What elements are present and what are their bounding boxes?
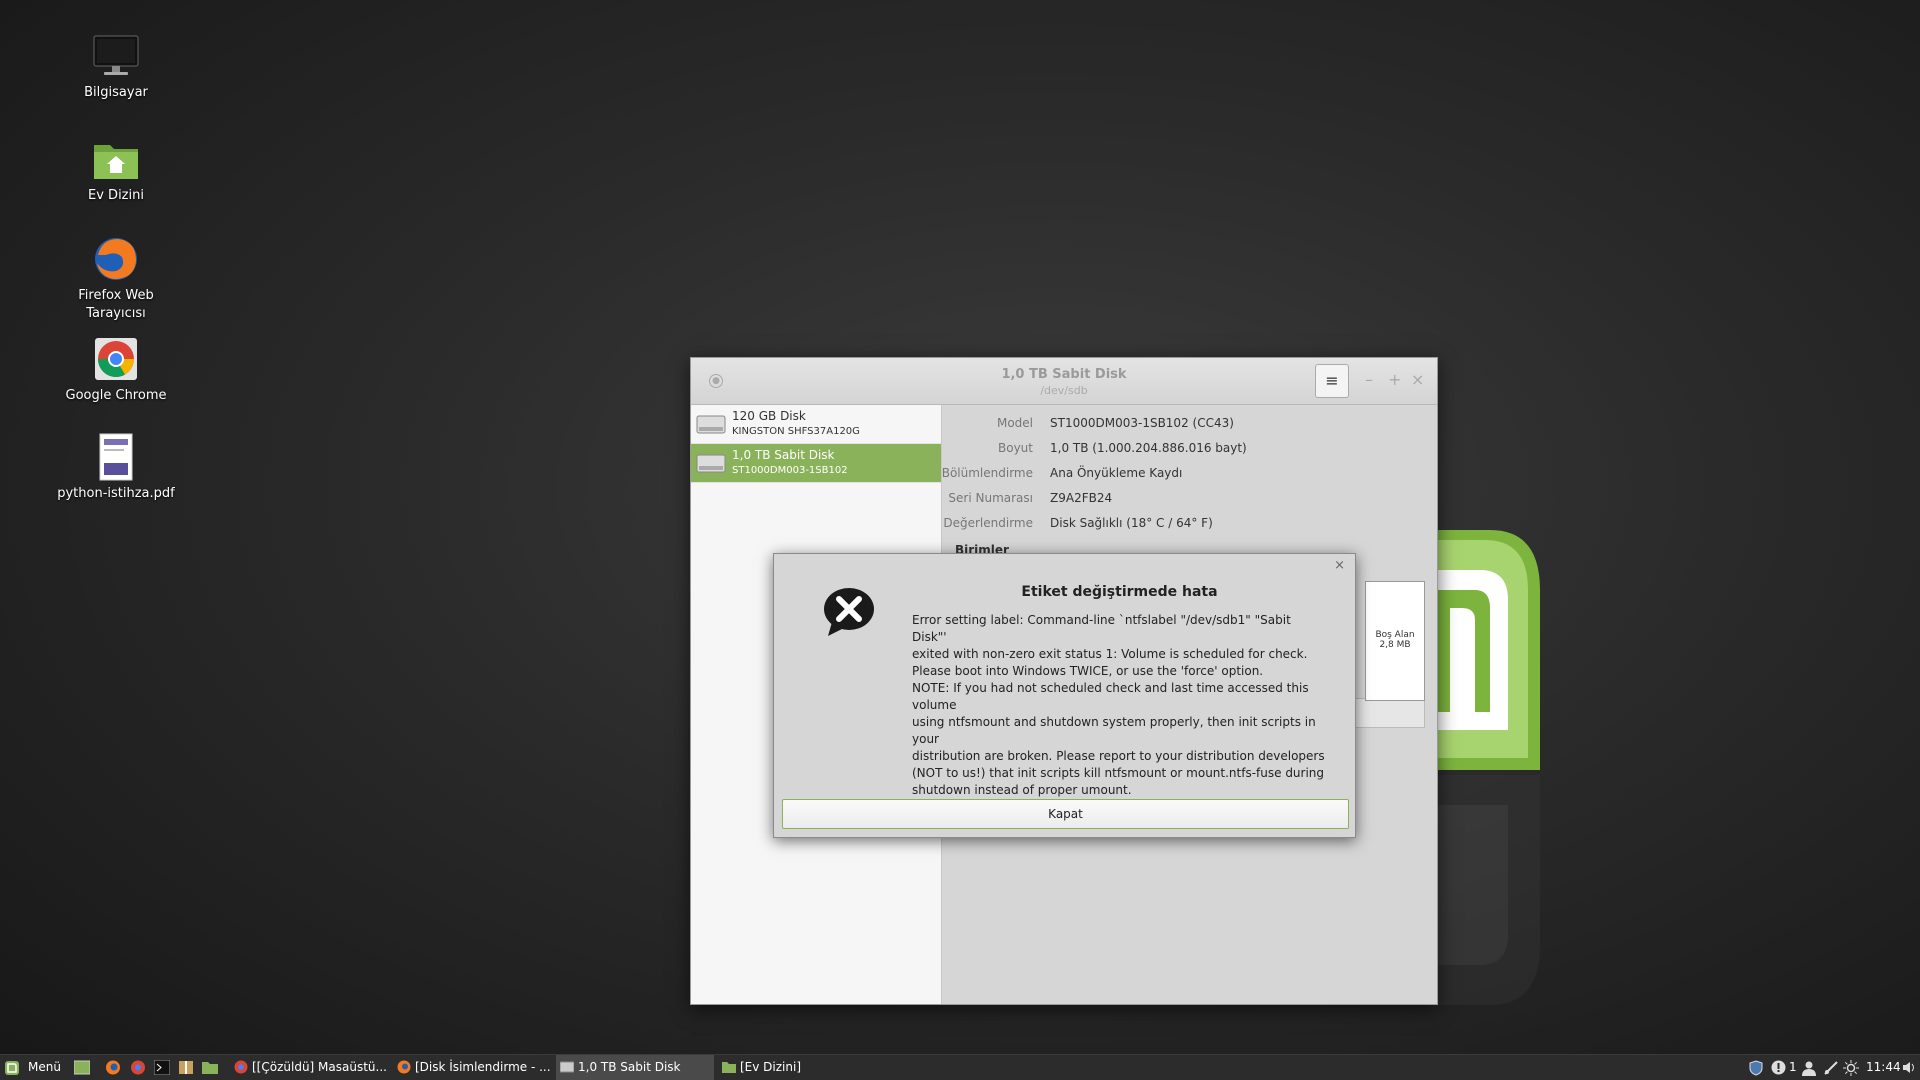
window-titlebar[interactable]: ● 1,0 TB Sabit Disk /dev/sdb ≡ – + × (691, 358, 1437, 405)
disk-name: 120 GB Disk (732, 409, 806, 423)
hamburger-menu-button[interactable]: ≡ (1315, 364, 1349, 398)
folder-icon[interactable] (202, 1060, 218, 1075)
free-space-block[interactable]: Boş Alan 2,8 MB (1365, 581, 1425, 701)
menu-label: Menü (28, 1060, 61, 1074)
desktop-icon-pdf[interactable]: python-istihza.pdf (51, 433, 181, 503)
disks-icon (560, 1061, 574, 1073)
detail-row-assessment: Değerlendirme Disk Sağlıklı (18° C / 64°… (943, 516, 1423, 536)
hard-disk-icon (696, 454, 726, 473)
desktop-icon-home[interactable]: Ev Dizini (51, 135, 181, 205)
desktop-icon-label: Ev Dizini (88, 188, 144, 203)
notification-icon[interactable] (1771, 1060, 1786, 1075)
taskbar-window-label: [[Çözüldü] Masaüstü... (252, 1060, 387, 1074)
volume-toolbar (1353, 698, 1425, 728)
taskbar-window-home[interactable]: [Ev Dizini] (718, 1055, 878, 1080)
chrome-icon[interactable] (130, 1060, 146, 1075)
home-folder-icon (94, 145, 138, 179)
detail-value: ST1000DM003-1SB102 (CC43) (1050, 416, 1234, 430)
clock[interactable]: 11:44 (1866, 1055, 1901, 1080)
error-dialog: × Etiket değiştirmede hata Error setting… (773, 553, 1356, 838)
taskbar-window-label: 1,0 TB Sabit Disk (578, 1060, 681, 1074)
disk-item-1tb[interactable]: 1,0 TB Sabit Disk ST1000DM003-1SB102 (691, 444, 941, 483)
desktop-icon-chrome[interactable]: Google Chrome (51, 335, 181, 405)
desktop-icon-label: Google Chrome (65, 388, 167, 403)
show-desktop-icon[interactable] (74, 1060, 90, 1075)
detail-row-serial: Seri Numarası Z9A2FB24 (943, 491, 1423, 511)
firefox-icon (397, 1060, 411, 1074)
firefox-icon (95, 238, 137, 280)
desktop-icon-firefox[interactable]: Firefox Web Tarayıcısı (51, 235, 181, 323)
minimize-button[interactable]: – (1365, 370, 1373, 389)
detail-key: Bölümlendirme (941, 466, 1033, 480)
dialog-message: Error setting label: Command-line `ntfsl… (912, 613, 1325, 814)
free-space-size: 2,8 MB (1379, 640, 1411, 650)
disk-name: 1,0 TB Sabit Disk (732, 448, 835, 462)
monitor-icon (93, 35, 139, 75)
dialog-title: Etiket değiştirmede hata (1021, 584, 1218, 600)
detail-key: Model (996, 416, 1033, 430)
shield-icon[interactable] (1748, 1060, 1764, 1076)
detail-row-partitioning: Bölümlendirme Ana Önyükleme Kaydı (941, 466, 1423, 486)
detail-value: Disk Sağlıklı (18° C / 64° F) (1050, 516, 1213, 530)
close-button[interactable]: × (1411, 370, 1424, 389)
mint-menu-icon (5, 1061, 19, 1075)
terminal-icon[interactable] (154, 1060, 170, 1075)
notification-count: 1 (1789, 1060, 1797, 1074)
desktop-icon-label: Bilgisayar (84, 85, 148, 100)
taskbar-window-disks[interactable]: 1,0 TB Sabit Disk (556, 1055, 714, 1080)
detail-key: Boyut (998, 441, 1033, 455)
maximize-button[interactable]: + (1388, 370, 1401, 389)
folder-icon (722, 1062, 736, 1073)
detail-key: Değerlendirme (943, 516, 1033, 530)
detail-value: Ana Önyükleme Kaydı (1050, 466, 1183, 480)
desktop-icon-label: Firefox Web Tarayıcısı (78, 288, 154, 321)
detail-value: Z9A2FB24 (1050, 491, 1113, 505)
detail-row-size: Boyut 1,0 TB (1.000.204.886.016 bayt) (943, 441, 1423, 461)
taskbar-window-forum[interactable]: [[Çözüldü] Masaüstü... (230, 1055, 390, 1080)
taskbar-window-label: [Disk İsimlendirme - ... (415, 1060, 551, 1074)
desktop-icon-label: python-istihza.pdf (57, 486, 175, 501)
start-menu-button[interactable]: Menü (4, 1055, 64, 1080)
chrome-icon (234, 1060, 248, 1074)
detail-value: 1,0 TB (1.000.204.886.016 bayt) (1050, 441, 1247, 455)
dialog-close-button[interactable]: × (1334, 558, 1345, 573)
detail-row-model: Model ST1000DM003-1SB102 (CC43) (943, 416, 1423, 436)
close-dialog-button[interactable]: Kapat (782, 799, 1349, 829)
desktop-icon-computer[interactable]: Bilgisayar (51, 32, 181, 102)
taskbar-window-label: [Ev Dizini] (740, 1060, 802, 1074)
taskbar: Menü [[Çözüldü] Masaüstü... [Disk İsimle… (0, 1054, 1920, 1080)
user-icon[interactable] (1801, 1060, 1817, 1076)
pdf-file-icon (99, 433, 133, 481)
network-icon[interactable] (1823, 1060, 1839, 1076)
disk-model: ST1000DM003-1SB102 (732, 465, 848, 476)
free-space-label: Boş Alan (1375, 630, 1415, 640)
detail-key: Seri Numarası (948, 491, 1033, 505)
archive-icon[interactable] (178, 1060, 194, 1075)
disk-item-120gb[interactable]: 120 GB Disk KINGSTON SHFS37A120G (691, 405, 941, 444)
firefox-icon[interactable] (105, 1060, 121, 1075)
volume-icon[interactable] (1902, 1060, 1917, 1075)
disk-model: KINGSTON SHFS37A120G (732, 426, 860, 437)
chrome-icon (95, 338, 137, 380)
taskbar-window-disk-naming[interactable]: [Disk İsimlendirme - ... (393, 1055, 553, 1080)
brightness-icon[interactable] (1843, 1060, 1859, 1076)
hard-disk-icon (696, 415, 726, 434)
